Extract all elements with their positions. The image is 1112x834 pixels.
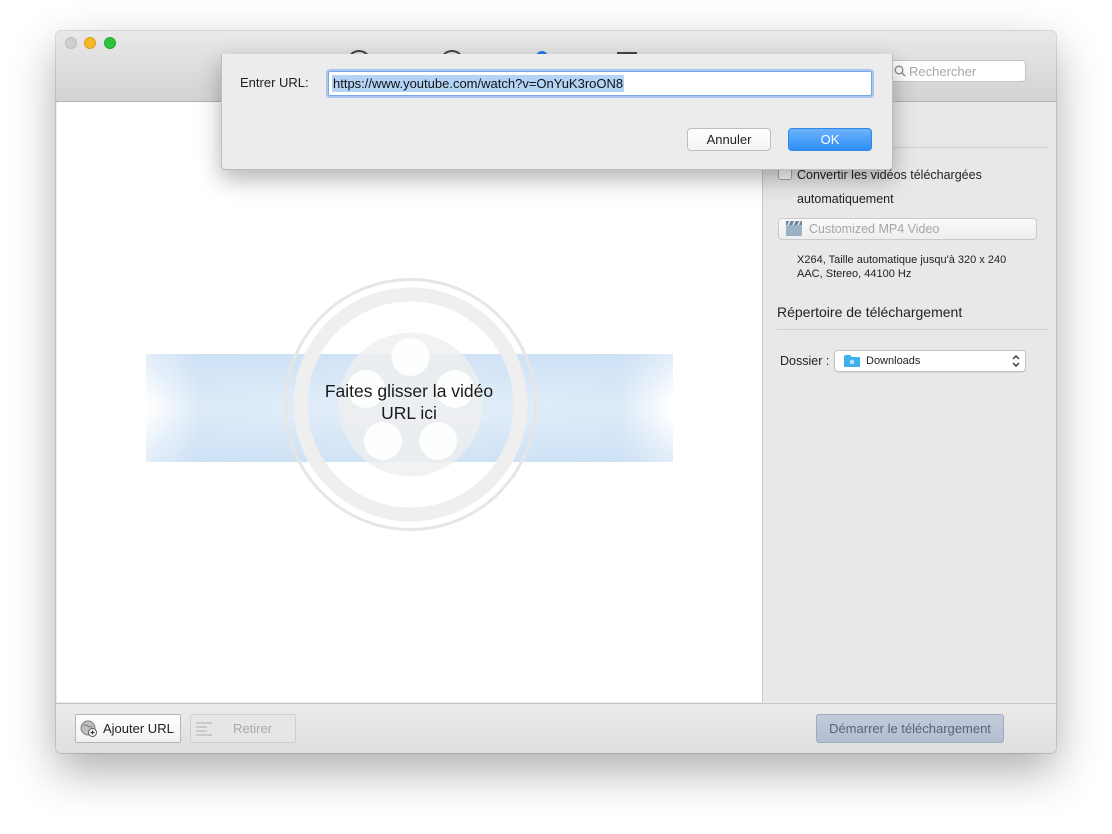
ok-button[interactable]: OK <box>788 128 872 151</box>
folder-select[interactable]: Downloads <box>834 350 1026 372</box>
start-download-button[interactable]: Démarrer le téléchargement <box>816 714 1004 743</box>
settings-sidebar: Convertir les vidéos téléchargées automa… <box>763 102 1056 702</box>
download-section-title: Répertoire de téléchargement <box>777 304 963 320</box>
folder-value: Downloads <box>866 355 921 367</box>
preset-button[interactable]: Customized MP4 Video <box>778 218 1037 240</box>
drop-hint: Faites glisser la vidéo URL ici <box>297 380 521 424</box>
drop-area[interactable]: Faites glisser la vidéo URL ici <box>57 102 763 702</box>
globe-add-icon <box>80 720 97 737</box>
add-url-button[interactable]: Ajouter URL <box>75 714 181 743</box>
preset-desc-line2: AAC, Stereo, 44100 Hz <box>797 268 912 280</box>
zoom-window-button[interactable] <box>104 37 116 49</box>
url-input[interactable]: https://www.youtube.com/watch?v=OnYuK3ro… <box>328 71 872 96</box>
clapperboard-icon <box>786 220 802 236</box>
preset-description: X264, Taille automatique jusqu'à 320 x 2… <box>797 253 1006 281</box>
enter-url-sheet: Entrer URL: https://www.youtube.com/watc… <box>221 54 893 170</box>
bottom-bar: Ajouter URL Retirer Démarrer le téléchar… <box>56 703 1056 753</box>
folder-label: Dossier : <box>780 354 830 368</box>
convert-label[interactable]: Convertir les vidéos téléchargées automa… <box>797 163 1027 211</box>
search-input[interactable] <box>909 61 1019 81</box>
remove-label: Retirer <box>233 721 273 736</box>
folder-icon <box>844 355 860 367</box>
drop-hint-line2: URL ici <box>381 403 437 423</box>
search-icon <box>894 65 906 77</box>
preset-label: Customized MP4 Video <box>809 222 940 236</box>
drop-hint-line1: Faites glisser la vidéo <box>324 381 494 401</box>
close-window-button[interactable] <box>65 37 77 49</box>
list-remove-icon <box>196 722 212 736</box>
search-field[interactable] <box>888 60 1026 82</box>
chevron-updown-icon <box>1012 355 1020 367</box>
url-label: Entrer URL: <box>240 75 309 90</box>
url-input-value: https://www.youtube.com/watch?v=OnYuK3ro… <box>332 75 625 92</box>
preset-desc-line1: X264, Taille automatique jusqu'à 320 x 2… <box>797 254 1007 266</box>
remove-button[interactable]: Retirer <box>190 714 296 743</box>
cancel-button[interactable]: Annuler <box>687 128 771 151</box>
add-url-label: Ajouter URL <box>103 721 174 736</box>
divider <box>777 329 1049 330</box>
minimize-window-button[interactable] <box>84 37 96 49</box>
